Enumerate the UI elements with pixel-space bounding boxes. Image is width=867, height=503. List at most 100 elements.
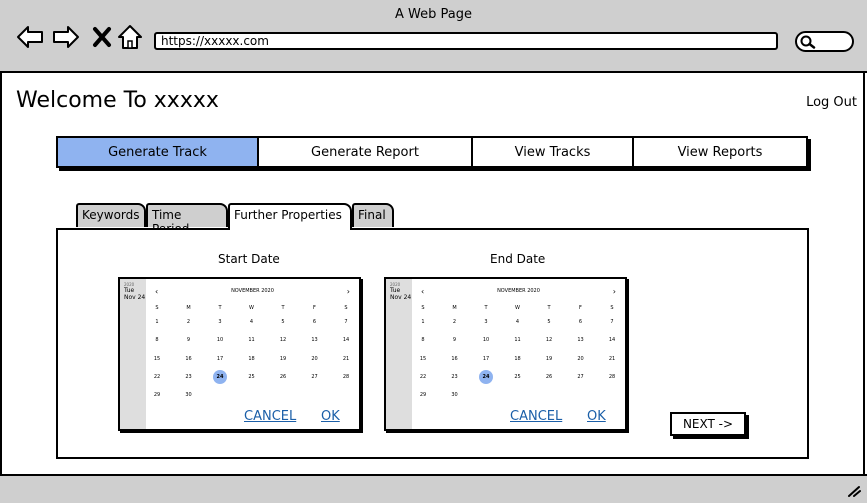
calendar-day[interactable]: 7: [605, 315, 619, 329]
calendar-day[interactable]: 17: [213, 352, 227, 366]
calendar-day[interactable]: 12: [276, 333, 290, 347]
calendar-month-label: NOVEMBER 2020: [231, 288, 274, 294]
calendar-day[interactable]: 12: [542, 333, 556, 347]
search-icon: [800, 35, 816, 49]
calendar-day[interactable]: 2: [182, 315, 196, 329]
calendar-day[interactable]: 19: [276, 352, 290, 366]
calendar-day[interactable]: 25: [245, 370, 259, 384]
calendar-day[interactable]: 27: [308, 370, 322, 384]
calendar-day[interactable]: 23: [182, 370, 196, 384]
calendar-day[interactable]: 2: [448, 315, 462, 329]
page-title: Welcome To xxxxx: [16, 88, 219, 113]
calendar-day[interactable]: 11: [245, 333, 259, 347]
calendar-day[interactable]: 14: [339, 333, 353, 347]
weekday-header: S: [421, 305, 425, 311]
logout-link[interactable]: Log Out: [806, 95, 857, 110]
calendar-day[interactable]: 18: [245, 352, 259, 366]
calendar-day[interactable]: 10: [479, 333, 493, 347]
calendar-day[interactable]: 30: [182, 388, 196, 402]
forward-arrow-icon[interactable]: [52, 22, 80, 52]
calendar-day[interactable]: 29: [150, 388, 164, 402]
calendar-day[interactable]: 24: [213, 369, 227, 384]
calendar-day[interactable]: 28: [339, 370, 353, 384]
nav-generate-track[interactable]: Generate Track: [58, 138, 259, 166]
window-title: A Web Page: [395, 7, 472, 22]
resize-grip-icon[interactable]: [847, 485, 861, 497]
calendar-day[interactable]: 14: [605, 333, 619, 347]
calendar-day[interactable]: 11: [511, 333, 525, 347]
calendar-day[interactable]: 8: [416, 333, 430, 347]
url-bar[interactable]: https://xxxxx.com: [154, 32, 778, 50]
calendar-day[interactable]: 15: [150, 352, 164, 366]
calendar-day[interactable]: 30: [448, 388, 462, 402]
tab-time-period[interactable]: Time Period: [146, 203, 228, 236]
ok-button[interactable]: OK: [587, 409, 606, 424]
calendar-day[interactable]: 9: [448, 333, 462, 347]
weekday-header: W: [249, 305, 254, 311]
calendar-day[interactable]: 1: [416, 315, 430, 329]
calendar-day[interactable]: 8: [150, 333, 164, 347]
calendar-day[interactable]: 28: [605, 370, 619, 384]
calendar-day[interactable]: 16: [448, 352, 462, 366]
calendar-day[interactable]: 6: [308, 315, 322, 329]
chevron-left-icon[interactable]: ‹: [421, 287, 424, 296]
next-button[interactable]: NEXT ->: [670, 412, 746, 436]
calendar-day[interactable]: 19: [542, 352, 556, 366]
calendar-day[interactable]: 7: [339, 315, 353, 329]
status-bar: [0, 474, 867, 503]
close-icon[interactable]: [88, 22, 116, 52]
calendar-day[interactable]: 4: [245, 315, 259, 329]
calendar-day[interactable]: 25: [511, 370, 525, 384]
start-date-label: Start Date: [218, 252, 280, 266]
calendar-day[interactable]: 1: [150, 315, 164, 329]
nav-view-tracks[interactable]: View Tracks: [473, 138, 634, 166]
calendar-day[interactable]: 9: [182, 333, 196, 347]
tab-further-properties[interactable]: Further Properties: [228, 203, 352, 230]
ok-button[interactable]: OK: [321, 409, 340, 424]
calendar-day[interactable]: 27: [574, 370, 588, 384]
calendar-day[interactable]: 24: [479, 369, 493, 384]
calendar-day[interactable]: 20: [308, 352, 322, 366]
tab-final[interactable]: Final: [352, 203, 394, 227]
calendar-day[interactable]: 23: [448, 370, 462, 384]
chevron-right-icon[interactable]: ›: [613, 287, 616, 296]
calendar-day[interactable]: 21: [605, 352, 619, 366]
weekday-header: T: [547, 305, 551, 311]
calendar-day[interactable]: 4: [511, 315, 525, 329]
calendar-day[interactable]: 5: [276, 315, 290, 329]
calendar-day[interactable]: 22: [150, 370, 164, 384]
calendar-day[interactable]: 13: [308, 333, 322, 347]
weekday-header: F: [313, 305, 316, 311]
search-box[interactable]: [795, 31, 854, 52]
weekday-header: M: [452, 305, 457, 311]
calendar-day[interactable]: 18: [511, 352, 525, 366]
calendar-day[interactable]: 26: [542, 370, 556, 384]
calendar-day[interactable]: 3: [479, 315, 493, 329]
tab-keywords[interactable]: Keywords: [76, 203, 146, 227]
calendar-day[interactable]: 22: [416, 370, 430, 384]
calendar-day[interactable]: 17: [479, 352, 493, 366]
calendar-day[interactable]: 6: [574, 315, 588, 329]
nav-generate-report[interactable]: Generate Report: [259, 138, 473, 166]
weekday-header: T: [281, 305, 285, 311]
calendar-day[interactable]: 3: [213, 315, 227, 329]
calendar-sidebar: 2020 Tue Nov 24: [386, 279, 412, 429]
home-icon[interactable]: [116, 22, 144, 52]
calendar-day[interactable]: 29: [416, 388, 430, 402]
calendar-day[interactable]: 21: [339, 352, 353, 366]
back-arrow-icon[interactable]: [16, 22, 44, 52]
chevron-left-icon[interactable]: ‹: [155, 287, 158, 296]
calendar-day[interactable]: 13: [574, 333, 588, 347]
nav-view-reports[interactable]: View Reports: [634, 138, 806, 166]
cancel-button[interactable]: CANCEL: [510, 409, 562, 424]
calendar-day[interactable]: 10: [213, 333, 227, 347]
calendar-day[interactable]: 16: [182, 352, 196, 366]
calendar-day[interactable]: 20: [574, 352, 588, 366]
calendar-day[interactable]: 15: [416, 352, 430, 366]
calendar-day[interactable]: 26: [276, 370, 290, 384]
calendar-day[interactable]: 5: [542, 315, 556, 329]
weekday-header: F: [579, 305, 582, 311]
end-date-picker: 2020 Tue Nov 24 NOVEMBER 2020 ‹ › S M T W T F S 1 2 3 4 5…: [384, 277, 627, 431]
chevron-right-icon[interactable]: ›: [347, 287, 350, 296]
cancel-button[interactable]: CANCEL: [244, 409, 296, 424]
